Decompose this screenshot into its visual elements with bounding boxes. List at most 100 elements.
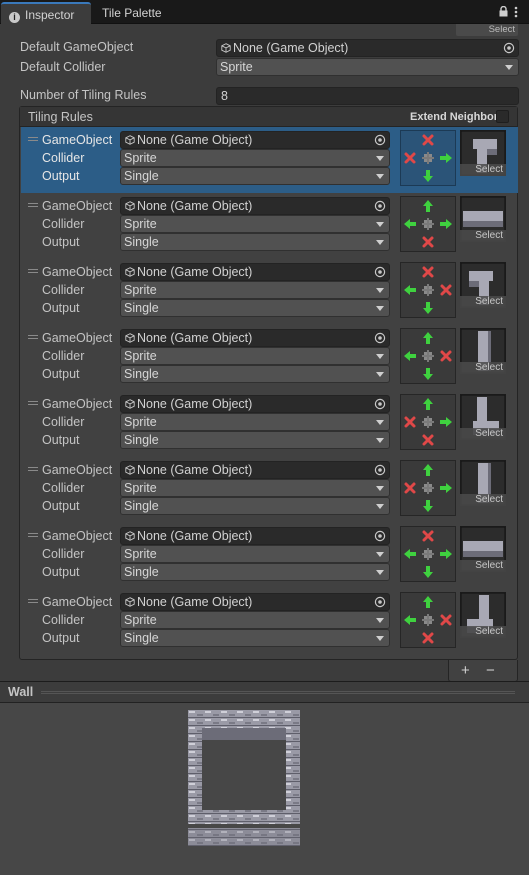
tiling-rule-row[interactable]: GameObject Collider Output None (Game Objec…	[21, 259, 518, 325]
tiling-rule-row[interactable]: GameObject Collider Output None (Game Objec…	[21, 127, 518, 193]
object-picker-icon[interactable]	[374, 596, 386, 608]
object-picker-icon[interactable]	[374, 332, 386, 344]
rule-gameobject-field[interactable]: None (Game Object)	[120, 131, 390, 149]
rule-gameobject-field[interactable]: None (Game Object)	[120, 197, 390, 215]
sprite-select-button[interactable]: Select	[460, 626, 506, 638]
extend-neighbor-checkbox[interactable]	[496, 110, 509, 123]
tiling-rule-row[interactable]: GameObject Collider Output None (Game Objec…	[21, 325, 518, 391]
this-neighbor-arrow-icon[interactable]	[419, 329, 437, 347]
sprite-select-button[interactable]: Select	[460, 164, 506, 176]
rule-collider-dropdown[interactable]: Sprite	[120, 545, 390, 563]
this-neighbor-arrow-icon[interactable]	[437, 479, 455, 497]
rule-gameobject-field[interactable]: None (Game Object)	[120, 329, 390, 347]
sprite-select-button[interactable]: Select	[460, 560, 506, 572]
neighbor-rule-grid[interactable]	[400, 130, 456, 186]
this-neighbor-arrow-icon[interactable]	[401, 545, 419, 563]
object-picker-icon[interactable]	[374, 464, 386, 476]
neighbor-rule-grid[interactable]	[400, 592, 456, 648]
rule-gameobject-field[interactable]: None (Game Object)	[120, 593, 390, 611]
rule-output-dropdown[interactable]: Single	[120, 365, 390, 383]
rule-collider-dropdown[interactable]: Sprite	[120, 215, 390, 233]
not-this-neighbor-icon[interactable]	[419, 431, 437, 449]
this-neighbor-arrow-icon[interactable]	[419, 299, 437, 317]
drag-handle-icon[interactable]	[28, 533, 38, 537]
this-neighbor-arrow-icon[interactable]	[419, 167, 437, 185]
this-neighbor-arrow-icon[interactable]	[401, 281, 419, 299]
drag-handle-icon[interactable]	[28, 137, 38, 141]
rule-gameobject-field[interactable]: None (Game Object)	[120, 263, 390, 281]
not-this-neighbor-icon[interactable]	[401, 413, 419, 431]
rule-output-dropdown[interactable]: Single	[120, 431, 390, 449]
object-picker-icon[interactable]	[374, 134, 386, 146]
object-picker-icon[interactable]	[374, 266, 386, 278]
this-neighbor-arrow-icon[interactable]	[401, 215, 419, 233]
add-rule-button[interactable]: +	[461, 662, 470, 679]
rule-output-dropdown[interactable]: Single	[120, 497, 390, 515]
remove-rule-button[interactable]: −	[486, 662, 495, 679]
not-this-neighbor-icon[interactable]	[419, 629, 437, 647]
this-neighbor-arrow-icon[interactable]	[419, 497, 437, 515]
sprite-select-button[interactable]: Select	[460, 362, 506, 374]
not-this-neighbor-icon[interactable]	[437, 347, 455, 365]
rule-output-dropdown[interactable]: Single	[120, 167, 390, 185]
drag-handle-icon[interactable]	[28, 401, 38, 405]
neighbor-rule-grid[interactable]	[400, 460, 456, 516]
sprite-select-button[interactable]: Select	[460, 230, 506, 242]
not-this-neighbor-icon[interactable]	[419, 263, 437, 281]
this-neighbor-arrow-icon[interactable]	[437, 215, 455, 233]
rule-output-dropdown[interactable]: Single	[120, 233, 390, 251]
this-neighbor-arrow-icon[interactable]	[419, 395, 437, 413]
drag-handle-icon[interactable]	[28, 467, 38, 471]
tiling-rule-row[interactable]: GameObject Collider Output None (Game Objec…	[21, 391, 518, 457]
sprite-select-button[interactable]: Select	[460, 296, 506, 308]
neighbor-rule-grid[interactable]	[400, 328, 456, 384]
this-neighbor-arrow-icon[interactable]	[437, 413, 455, 431]
not-this-neighbor-icon[interactable]	[419, 233, 437, 251]
rule-collider-dropdown[interactable]: Sprite	[120, 413, 390, 431]
object-picker-icon[interactable]	[374, 200, 386, 212]
sprite-select-button[interactable]: Select	[460, 428, 506, 440]
tiling-rule-row[interactable]: GameObject Collider Output None (Game Objec…	[21, 193, 518, 259]
not-this-neighbor-icon[interactable]	[437, 611, 455, 629]
this-neighbor-arrow-icon[interactable]	[419, 563, 437, 581]
default-collider-dropdown[interactable]: Sprite	[216, 58, 519, 76]
tab-inspector[interactable]: i Inspector	[1, 2, 91, 24]
more-menu-icon[interactable]	[514, 6, 518, 18]
drag-handle-icon[interactable]	[28, 335, 38, 339]
asset-select-button[interactable]: Select	[456, 24, 518, 36]
this-neighbor-arrow-icon[interactable]	[419, 461, 437, 479]
rule-output-dropdown[interactable]: Single	[120, 629, 390, 647]
rule-collider-dropdown[interactable]: Sprite	[120, 149, 390, 167]
default-gameobject-field[interactable]: None (Game Object)	[216, 39, 519, 57]
this-neighbor-arrow-icon[interactable]	[419, 197, 437, 215]
rule-gameobject-field[interactable]: None (Game Object)	[120, 395, 390, 413]
neighbor-rule-grid[interactable]	[400, 394, 456, 450]
tiling-rule-row[interactable]: GameObject Collider Output None (Game Objec…	[21, 457, 518, 523]
lock-icon[interactable]	[499, 6, 508, 17]
this-neighbor-arrow-icon[interactable]	[419, 593, 437, 611]
rule-collider-dropdown[interactable]: Sprite	[120, 281, 390, 299]
not-this-neighbor-icon[interactable]	[401, 479, 419, 497]
number-of-tiling-rules-input[interactable]: 8	[216, 87, 519, 105]
this-neighbor-arrow-icon[interactable]	[437, 149, 455, 167]
rule-collider-dropdown[interactable]: Sprite	[120, 611, 390, 629]
drag-handle-icon[interactable]	[28, 203, 38, 207]
this-neighbor-arrow-icon[interactable]	[419, 365, 437, 383]
neighbor-rule-grid[interactable]	[400, 526, 456, 582]
preview-header[interactable]: Wall	[0, 681, 529, 703]
rule-gameobject-field[interactable]: None (Game Object)	[120, 461, 390, 479]
rule-output-dropdown[interactable]: Single	[120, 563, 390, 581]
drag-handle[interactable]	[41, 691, 515, 694]
rule-collider-dropdown[interactable]: Sprite	[120, 347, 390, 365]
rule-gameobject-field[interactable]: None (Game Object)	[120, 527, 390, 545]
object-picker-icon[interactable]	[374, 398, 386, 410]
this-neighbor-arrow-icon[interactable]	[401, 611, 419, 629]
rule-collider-dropdown[interactable]: Sprite	[120, 479, 390, 497]
tab-tile-palette[interactable]: Tile Palette	[93, 2, 193, 24]
tiling-rule-row[interactable]: GameObject Collider Output None (Game Objec…	[21, 589, 518, 655]
this-neighbor-arrow-icon[interactable]	[437, 545, 455, 563]
not-this-neighbor-icon[interactable]	[419, 131, 437, 149]
drag-handle-icon[interactable]	[28, 599, 38, 603]
not-this-neighbor-icon[interactable]	[401, 149, 419, 167]
not-this-neighbor-icon[interactable]	[437, 281, 455, 299]
